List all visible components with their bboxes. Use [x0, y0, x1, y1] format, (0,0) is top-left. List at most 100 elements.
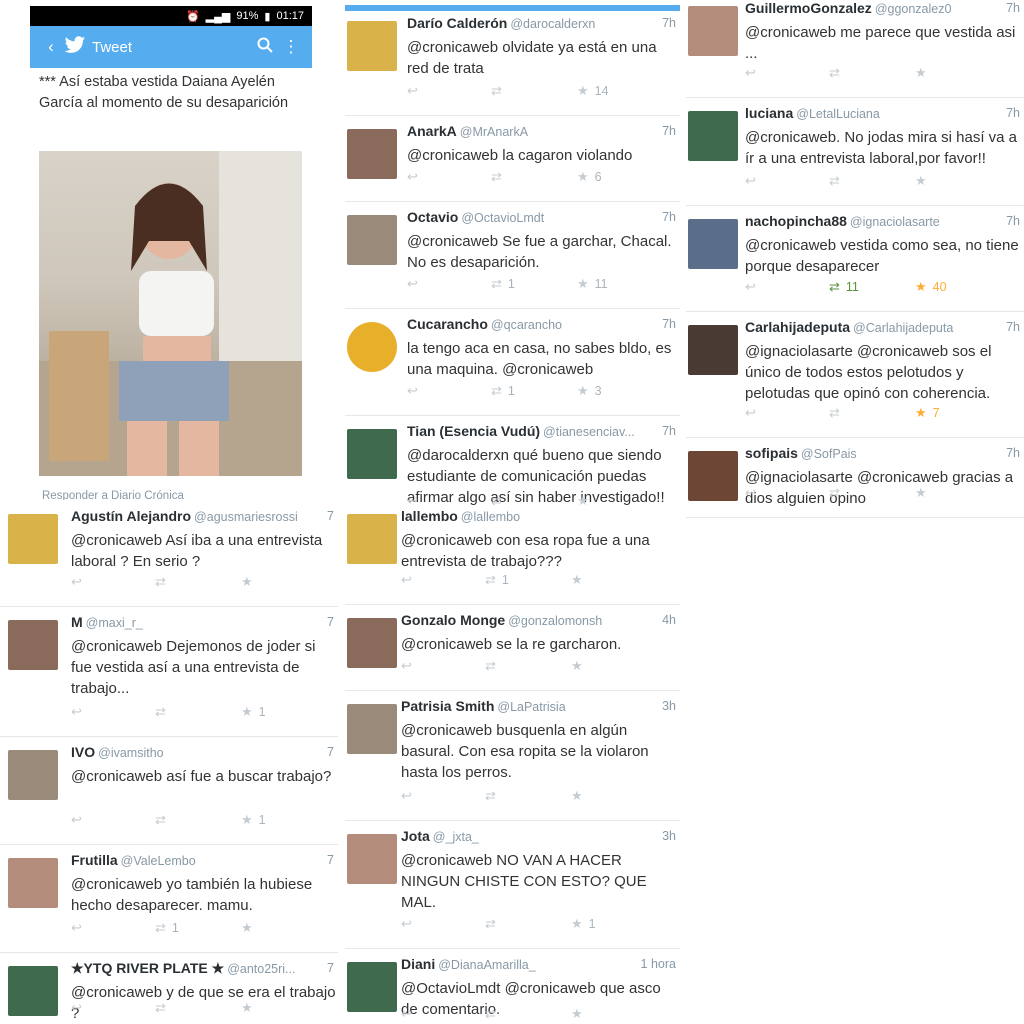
star-icon[interactable]: ★ — [577, 493, 595, 509]
reply-icon[interactable]: ↩ — [745, 173, 756, 189]
retweet-icon[interactable]: ⇄ 1 — [491, 276, 515, 292]
tweet-row[interactable]: Jota @_jxta_ 3h @cronicaweb NO VAN A HACER … — [345, 820, 680, 949]
retweet-icon[interactable]: ⇄ — [829, 405, 846, 421]
reply-icon[interactable]: ↩ — [407, 383, 418, 399]
reply-icon[interactable]: ↩ — [71, 1000, 82, 1016]
retweet-icon[interactable]: ⇄ — [155, 574, 172, 590]
display-name[interactable]: GuillermoGonzalez — [745, 0, 872, 16]
reply-icon[interactable]: ↩ — [71, 704, 82, 720]
avatar[interactable] — [688, 325, 738, 375]
tweet-row[interactable]: nachopincha88 @ignaciolasarte 7h @cronicawe… — [686, 205, 1024, 312]
display-name[interactable]: M — [71, 614, 83, 630]
retweet-icon[interactable]: ⇄ 11 — [829, 279, 859, 295]
display-name[interactable]: Carlahijadeputa — [745, 319, 850, 335]
avatar[interactable] — [688, 6, 738, 56]
avatar[interactable] — [347, 129, 397, 179]
reply-icon[interactable]: ↩ — [401, 1006, 412, 1022]
user-handle[interactable]: @agusmariesrossi — [194, 510, 298, 524]
retweet-icon[interactable]: ⇄ — [155, 704, 172, 720]
star-icon[interactable]: ★ — [915, 485, 933, 501]
user-handle[interactable]: @qcarancho — [491, 318, 562, 332]
retweet-icon[interactable]: ⇄ — [485, 916, 502, 932]
avatar[interactable] — [8, 750, 58, 800]
user-handle[interactable]: @anto25ri... — [227, 962, 295, 976]
star-icon[interactable]: ★ — [915, 173, 933, 189]
user-handle[interactable]: @tianesenciav... — [543, 425, 635, 439]
avatar[interactable] — [8, 620, 58, 670]
user-handle[interactable]: @gonzalomonsh — [508, 614, 602, 628]
tweet-row[interactable]: Frutilla @ValeLembo 7 @cronicaweb yo tambié… — [0, 844, 338, 953]
display-name[interactable]: AnarkA — [407, 123, 457, 139]
avatar[interactable] — [688, 111, 738, 161]
retweet-icon[interactable]: ⇄ — [491, 83, 508, 99]
avatar[interactable] — [347, 834, 397, 884]
retweet-icon[interactable]: ⇄ — [485, 658, 502, 674]
tweet-row[interactable]: ★YTQ RIVER PLATE ★ @anto25ri... 7 @cronicaw… — [0, 952, 338, 1024]
avatar[interactable] — [347, 618, 397, 668]
tweet-row[interactable]: luciana @LetalLuciana 7h @cronicaweb. No jo… — [686, 97, 1024, 206]
overflow-menu-icon[interactable]: ⋮ — [278, 37, 304, 57]
display-name[interactable]: lallembo — [401, 508, 458, 524]
user-handle[interactable]: @_jxta_ — [433, 830, 479, 844]
star-icon[interactable]: ★ 40 — [915, 279, 947, 295]
user-handle[interactable]: @MrAnarkA — [460, 125, 528, 139]
user-handle[interactable]: @LetalLuciana — [796, 107, 880, 121]
tweet-row[interactable]: AnarkA @MrAnarkA 7h @cronicaweb la cagaron … — [345, 115, 680, 202]
display-name[interactable]: nachopincha88 — [745, 213, 847, 229]
reply-input[interactable]: Responder a Diario Crónica — [36, 484, 312, 500]
reply-icon[interactable]: ↩ — [71, 574, 82, 590]
user-handle[interactable]: @darocalderxn — [510, 17, 595, 31]
star-icon[interactable]: ★ 1 — [241, 812, 266, 828]
avatar[interactable] — [347, 429, 397, 479]
retweet-icon[interactable]: ⇄ 1 — [155, 920, 179, 936]
avatar[interactable] — [8, 966, 58, 1016]
reply-icon[interactable]: ↩ — [745, 405, 756, 421]
display-name[interactable]: Cucarancho — [407, 316, 488, 332]
user-handle[interactable]: @OctavioLmdt — [461, 211, 544, 225]
tweet-row[interactable]: Gonzalo Monge @gonzalomonsh 4h @cronicaweb … — [345, 604, 680, 691]
search-icon[interactable] — [252, 37, 278, 58]
user-handle[interactable]: @Carlahijadeputa — [853, 321, 953, 335]
avatar[interactable] — [347, 21, 397, 71]
retweet-icon[interactable]: ⇄ 1 — [491, 383, 515, 399]
display-name[interactable]: IVO — [71, 744, 95, 760]
user-handle[interactable]: @LaPatrisia — [497, 700, 565, 714]
retweet-icon[interactable]: ⇄ — [829, 65, 846, 81]
tweet-row[interactable]: Diani @DianaAmarilla_ 1 hora @OctavioLmdt @… — [345, 948, 680, 1024]
tweet-row[interactable]: IVO @ivamsitho 7 @cronicaweb así fue a busc… — [0, 736, 338, 845]
avatar[interactable] — [347, 322, 397, 372]
tweet-row[interactable]: Agustín Alejandro @agusmariesrossi 7 @croni… — [0, 508, 338, 607]
display-name[interactable]: Diani — [401, 956, 435, 972]
retweet-icon[interactable]: ⇄ — [491, 493, 508, 509]
avatar[interactable] — [8, 858, 58, 908]
tweet-row[interactable]: Darío Calderón @darocalderxn 7h @cronicaweb… — [345, 7, 680, 116]
reply-icon[interactable]: ↩ — [745, 65, 756, 81]
display-name[interactable]: Agustín Alejandro — [71, 508, 191, 524]
display-name[interactable]: Patrisia Smith — [401, 698, 494, 714]
star-icon[interactable]: ★ — [571, 658, 589, 674]
tweet-photo[interactable] — [39, 151, 302, 476]
tweet-row[interactable]: Cucarancho @qcarancho 7h la tengo aca en ca… — [345, 308, 680, 416]
reply-icon[interactable]: ↩ — [401, 572, 412, 588]
tweet-row[interactable]: M @maxi_r_ 7 @cronicaweb Dejemonos de joder… — [0, 606, 338, 737]
star-icon[interactable]: ★ — [241, 574, 259, 590]
reply-icon[interactable]: ↩ — [745, 279, 756, 295]
retweet-icon[interactable]: ⇄ 1 — [485, 572, 509, 588]
avatar[interactable] — [8, 514, 58, 564]
star-icon[interactable]: ★ — [241, 920, 259, 936]
display-name[interactable]: Jota — [401, 828, 430, 844]
star-icon[interactable]: ★ — [571, 572, 589, 588]
user-handle[interactable]: @maxi_r_ — [86, 616, 143, 630]
retweet-icon[interactable]: ⇄ — [155, 812, 172, 828]
star-icon[interactable]: ★ 14 — [577, 83, 609, 99]
avatar[interactable] — [347, 215, 397, 265]
tweet-row[interactable]: Patrisia Smith @LaPatrisia 3h @cronicaweb b… — [345, 690, 680, 821]
display-name[interactable]: Darío Calderón — [407, 15, 507, 31]
star-icon[interactable]: ★ 1 — [571, 916, 596, 932]
tweet-row[interactable]: sofipais @SofPais 7h @ignaciolasarte @croni… — [686, 437, 1024, 518]
star-icon[interactable]: ★ — [571, 788, 589, 804]
user-handle[interactable]: @SofPais — [801, 447, 857, 461]
star-icon[interactable]: ★ 6 — [577, 169, 602, 185]
display-name[interactable]: sofipais — [745, 445, 798, 461]
star-icon[interactable]: ★ 3 — [577, 383, 602, 399]
